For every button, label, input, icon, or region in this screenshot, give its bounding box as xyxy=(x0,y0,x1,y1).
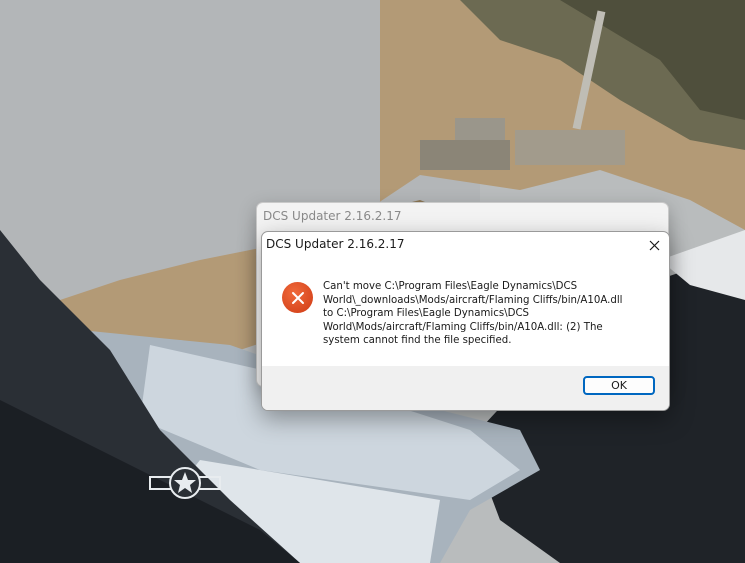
dialog-title: DCS Updater 2.16.2.17 xyxy=(266,237,405,251)
dialog-body: Can't move C:\Program Files\Eagle Dynami… xyxy=(262,258,669,366)
error-dialog: DCS Updater 2.16.2.17 Can't move C:\Prog… xyxy=(261,231,670,411)
dialog-footer: OK xyxy=(262,366,669,410)
close-button[interactable] xyxy=(639,232,669,258)
close-icon xyxy=(649,240,659,250)
error-icon xyxy=(282,282,313,313)
dialog-titlebar[interactable]: DCS Updater 2.16.2.17 xyxy=(262,232,669,258)
ok-button[interactable]: OK xyxy=(583,376,655,395)
error-message: Can't move C:\Program Files\Eagle Dynami… xyxy=(323,281,623,347)
updater-window-title: DCS Updater 2.16.2.17 xyxy=(263,209,402,223)
